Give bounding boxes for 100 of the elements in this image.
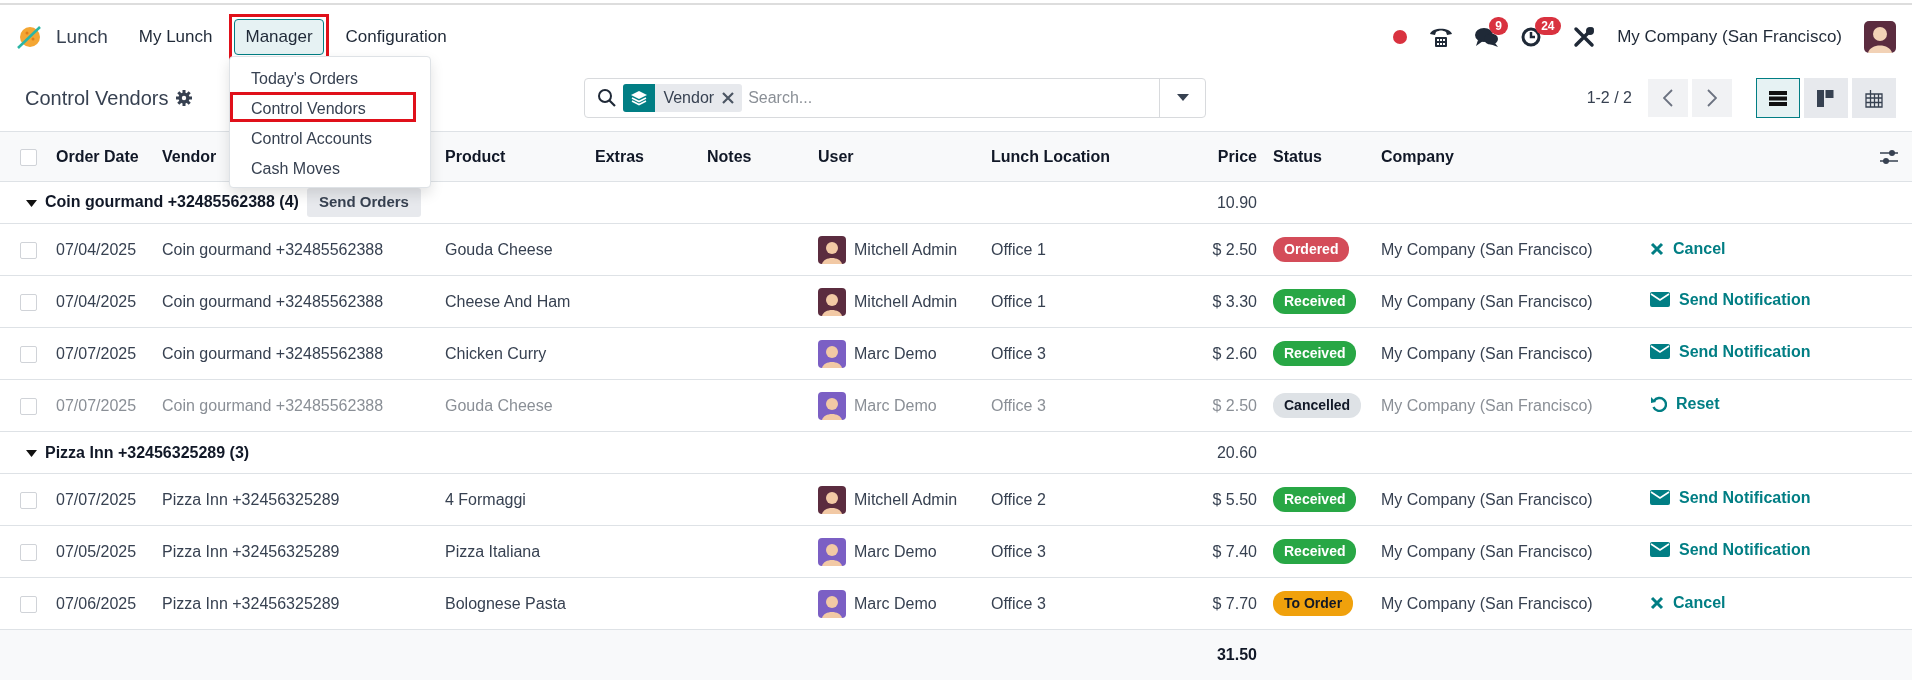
- checkbox[interactable]: [20, 491, 37, 509]
- menu-item[interactable]: My Lunch: [127, 19, 224, 55]
- table-cell: 07/07/2025: [48, 473, 154, 526]
- table-cell: 07/04/2025: [48, 223, 154, 276]
- menu-item[interactable]: Configuration: [334, 19, 458, 55]
- pager-value[interactable]: 1-2 / 2: [1586, 86, 1632, 110]
- group-total: 10.90: [1150, 181, 1265, 224]
- checkbox[interactable]: [20, 241, 37, 259]
- status-badge: Received: [1273, 341, 1357, 366]
- table-cell: $ 7.70: [1150, 577, 1265, 630]
- table-cell: $ 2.50: [1150, 379, 1265, 432]
- action-button[interactable]: Send Notification: [1650, 537, 1811, 562]
- user-avatar[interactable]: [1864, 21, 1896, 53]
- breadcrumb-title: Control Vendors: [25, 86, 169, 111]
- checkbox[interactable]: [20, 397, 37, 415]
- status-badge: Received: [1273, 539, 1357, 564]
- status-badge: Cancelled: [1273, 393, 1362, 418]
- search-field[interactable]: Vendor Search...: [584, 78, 1207, 118]
- action-button[interactable]: Send Notification: [1650, 287, 1811, 312]
- group-label[interactable]: Pizza Inn +32456325289 (3): [45, 443, 250, 461]
- view-switch-button[interactable]: [1756, 78, 1800, 118]
- company-switcher[interactable]: My Company (San Francisco): [1617, 24, 1842, 50]
- app-logo-icon[interactable]: [16, 24, 42, 50]
- table-cell: Coin gourmand +32485562388: [154, 379, 437, 432]
- user-name: Marc Demo: [854, 593, 937, 614]
- table-cell: Office 2: [983, 473, 1150, 526]
- search-facet[interactable]: Vendor: [623, 84, 743, 112]
- message-count: 9: [1489, 17, 1508, 35]
- table-cell: $ 7.40: [1150, 525, 1265, 578]
- tools-icon[interactable]: [1573, 26, 1596, 48]
- next-page-button[interactable]: [1692, 79, 1732, 117]
- table-cell: Office 3: [983, 525, 1150, 578]
- table-cell: My Company (San Francisco): [1373, 327, 1641, 380]
- table-cell: 07/04/2025: [48, 275, 154, 328]
- cancel-icon: [1650, 241, 1664, 256]
- table-cell: Gouda Cheese: [437, 379, 587, 432]
- status-badge: Received: [1273, 487, 1357, 512]
- user-avatar: [818, 235, 846, 264]
- envelope-icon: [1650, 489, 1670, 507]
- kanban-view-icon: [1816, 88, 1836, 108]
- app-name[interactable]: Lunch: [56, 22, 108, 52]
- table-cell: Office 1: [983, 223, 1150, 276]
- table-cell: Pizza Italiana: [437, 525, 587, 578]
- table-cell: Bolognese Pasta: [437, 577, 587, 630]
- status-badge: Received: [1273, 289, 1357, 314]
- table-cell: 07/05/2025: [48, 525, 154, 578]
- previous-page-button[interactable]: [1648, 79, 1688, 117]
- checkbox[interactable]: [20, 543, 37, 561]
- checkbox[interactable]: [20, 293, 37, 311]
- table-cell: 4 Formaggi: [437, 473, 587, 526]
- table-cell: Office 3: [983, 379, 1150, 432]
- sliders-icon[interactable]: [1880, 149, 1898, 166]
- layers-icon: [630, 89, 649, 107]
- column-header[interactable]: Product: [445, 147, 506, 165]
- dropdown-item[interactable]: Cash Moves: [230, 152, 416, 182]
- menu-item[interactable]: Manager: [234, 19, 324, 55]
- caret-down-icon[interactable]: [26, 447, 37, 459]
- checkbox[interactable]: [20, 148, 37, 166]
- user-avatar: [818, 287, 846, 316]
- grid-view-icon: [1864, 88, 1884, 108]
- column-header[interactable]: Vendor: [162, 147, 217, 165]
- column-header[interactable]: Company: [1381, 147, 1454, 165]
- view-switch-button[interactable]: [1852, 78, 1896, 118]
- column-header[interactable]: Extras: [595, 147, 644, 165]
- undo-icon: [1650, 395, 1667, 413]
- list-view-icon: [1768, 88, 1788, 108]
- action-button[interactable]: Send Notification: [1650, 485, 1811, 510]
- table-cell: My Company (San Francisco): [1373, 473, 1641, 526]
- action-button[interactable]: Send Notification: [1650, 339, 1811, 364]
- envelope-icon: [1650, 541, 1670, 559]
- group-label[interactable]: Coin gourmand +32485562388 (4): [45, 193, 299, 211]
- user-avatar: [818, 391, 846, 420]
- column-header[interactable]: User: [818, 147, 854, 165]
- column-header[interactable]: Status: [1273, 147, 1322, 165]
- table-cell: Cheese And Ham: [437, 275, 587, 328]
- status-dot-icon[interactable]: [1393, 30, 1408, 44]
- column-header[interactable]: Notes: [707, 147, 752, 165]
- activity-count: 24: [1535, 17, 1561, 35]
- close-icon[interactable]: [722, 92, 735, 104]
- action-button[interactable]: Reset: [1650, 391, 1720, 416]
- grand-total: 31.50: [1150, 629, 1265, 680]
- column-header[interactable]: Price: [1217, 147, 1257, 165]
- send-orders-button[interactable]: Send Orders: [306, 188, 421, 217]
- view-switch-button[interactable]: [1804, 78, 1848, 118]
- caret-down-icon[interactable]: [26, 197, 37, 209]
- action-button[interactable]: Cancel: [1650, 590, 1726, 615]
- table-cell: My Company (San Francisco): [1373, 577, 1641, 630]
- dropdown-item[interactable]: Control Vendors: [230, 92, 416, 122]
- clock-icon[interactable]: [1521, 27, 1542, 47]
- checkbox[interactable]: [20, 345, 37, 363]
- dropdown-item[interactable]: Control Accounts: [230, 122, 416, 152]
- action-button[interactable]: Cancel: [1650, 236, 1726, 261]
- phone-icon[interactable]: [1429, 26, 1454, 48]
- checkbox[interactable]: [20, 595, 37, 613]
- user-avatar: [818, 589, 846, 618]
- group-total: 20.60: [1150, 431, 1265, 474]
- settings-icon[interactable]: [176, 90, 193, 106]
- status-badge: To Order: [1273, 591, 1354, 616]
- table-cell: $ 2.60: [1150, 327, 1265, 380]
- dropdown-item[interactable]: Today's Orders: [230, 62, 416, 92]
